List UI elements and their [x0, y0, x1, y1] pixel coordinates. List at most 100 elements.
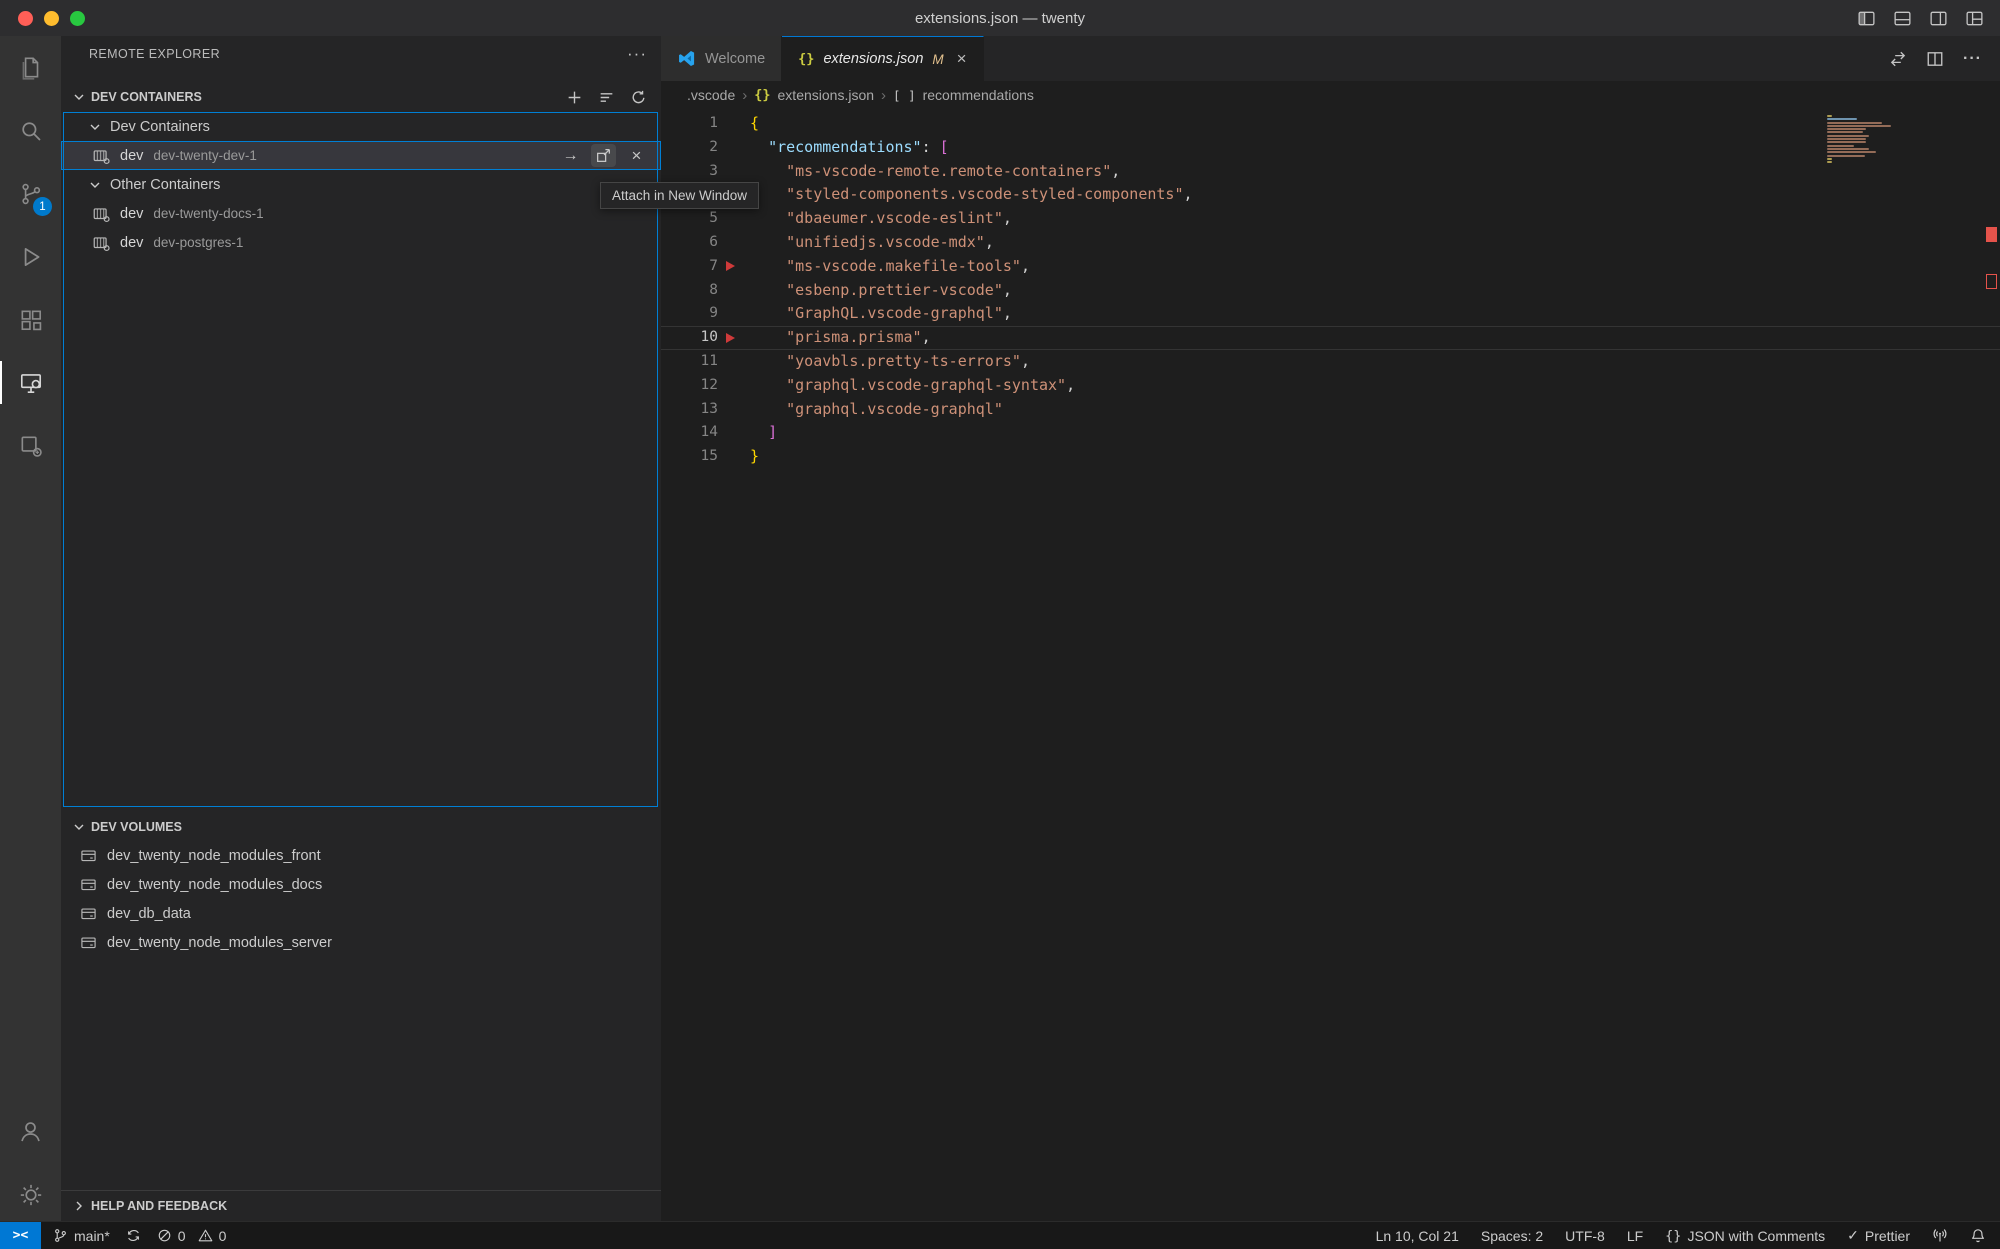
code-line-5[interactable]: 5 "dbaeumer.vscode-eslint",: [661, 207, 2000, 231]
volume-item[interactable]: dev_db_data: [61, 899, 661, 928]
activity-item-extensions[interactable]: [0, 288, 61, 351]
cursor-position-item[interactable]: Ln 10, Col 21: [1376, 1228, 1459, 1244]
code-line-15[interactable]: 15}: [661, 445, 2000, 469]
code-text: {: [750, 112, 759, 136]
notifications-item[interactable]: [1970, 1228, 1986, 1244]
bell-icon: [1970, 1228, 1986, 1244]
activity-item-containers[interactable]: [0, 414, 61, 477]
code-line-6[interactable]: 6 "unifiedjs.vscode-mdx",: [661, 231, 2000, 255]
volume-item[interactable]: dev_twenty_node_modules_front: [61, 841, 661, 870]
tree-group-other-containers[interactable]: Other Containers: [61, 170, 661, 199]
container-item-dev-twenty-docs-1[interactable]: dev dev-twenty-docs-1: [61, 199, 661, 228]
activity-item-accounts[interactable]: [0, 1106, 61, 1169]
activity-item-search[interactable]: [0, 99, 61, 162]
customize-layout-icon[interactable]: [1965, 9, 1984, 28]
code-line-4[interactable]: 4 "styled-components.vscode-styled-compo…: [661, 183, 2000, 207]
formatter-item[interactable]: ✓ Prettier: [1847, 1227, 1910, 1244]
code-text: }: [750, 445, 759, 469]
attach-new-window-icon[interactable]: [591, 144, 616, 167]
code-line-9[interactable]: 9 "GraphQL.vscode-graphql",: [661, 302, 2000, 326]
minimap-line: [1827, 118, 1857, 120]
more-actions-icon[interactable]: ···: [1963, 50, 1982, 68]
line-number: 9: [661, 302, 718, 326]
activity-item-remote-explorer[interactable]: [0, 351, 61, 414]
volume-item[interactable]: dev_twenty_node_modules_server: [61, 928, 661, 957]
minimize-window-button[interactable]: [44, 11, 59, 26]
volume-icon: [80, 847, 97, 864]
gutter-marker-icon: [718, 255, 750, 279]
refresh-icon[interactable]: [630, 89, 647, 106]
containers-icon: [18, 433, 44, 459]
split-editor-icon[interactable]: [1926, 50, 1944, 68]
tree-group-dev-containers[interactable]: Dev Containers: [61, 112, 661, 141]
toggle-primary-sidebar-icon[interactable]: [1857, 9, 1876, 28]
code-line-8[interactable]: 8 "esbenp.prettier-vscode",: [661, 279, 2000, 303]
close-tab-icon[interactable]: ×: [957, 49, 967, 69]
gear-icon: [18, 1182, 44, 1208]
open-changes-icon[interactable]: [1889, 50, 1907, 68]
git-branch-item[interactable]: main*: [53, 1228, 110, 1244]
activity-item-source-control[interactable]: 1: [0, 162, 61, 225]
section-dev-volumes[interactable]: DEV VOLUMES: [61, 813, 661, 841]
chevron-down-icon: [71, 89, 87, 105]
tab-extensions-json[interactable]: {} extensions.json M ×: [782, 36, 983, 81]
ports-item[interactable]: [1932, 1228, 1948, 1244]
code-line-3[interactable]: 3 "ms-vscode-remote.remote-containers",: [661, 160, 2000, 184]
breadcrumb-folder[interactable]: .vscode: [687, 87, 735, 103]
minimap-line: [1827, 155, 1865, 157]
language-mode-item[interactable]: {} JSON with Comments: [1665, 1228, 1825, 1244]
section-dev-containers[interactable]: DEV CONTAINERS: [61, 83, 661, 111]
breadcrumb-file[interactable]: extensions.json: [778, 87, 875, 103]
container-item-dev-postgres-1[interactable]: dev dev-postgres-1: [61, 228, 661, 257]
json-file-icon: {}: [754, 87, 770, 103]
eol-item[interactable]: LF: [1627, 1228, 1643, 1244]
minimap[interactable]: [1827, 115, 1897, 163]
activity-item-run-debug[interactable]: [0, 225, 61, 288]
toggle-panel-icon[interactable]: [1893, 9, 1912, 28]
new-container-icon[interactable]: [566, 89, 583, 106]
problems-item[interactable]: 0 0: [157, 1228, 227, 1244]
code-line-13[interactable]: 13 "graphql.vscode-graphql": [661, 398, 2000, 422]
container-item-dev-twenty-dev-1[interactable]: dev dev-twenty-dev-1 → ×: [61, 141, 661, 170]
code-text: "graphql.vscode-graphql": [750, 398, 1003, 422]
code-line-10[interactable]: 10 "prisma.prisma",: [661, 326, 2000, 350]
code-text: "yoavbls.pretty-ts-errors",: [750, 350, 1030, 374]
zoom-window-button[interactable]: [70, 11, 85, 26]
titlebar: extensions.json — twenty: [0, 0, 2000, 36]
search-icon: [18, 118, 44, 144]
toggle-secondary-sidebar-icon[interactable]: [1929, 9, 1948, 28]
indentation-item[interactable]: Spaces: 2: [1481, 1228, 1543, 1244]
more-actions-icon[interactable]: ···: [627, 44, 647, 64]
attach-container-icon[interactable]: →: [558, 144, 583, 167]
sync-changes-item[interactable]: [126, 1228, 141, 1243]
volume-item[interactable]: dev_twenty_node_modules_docs: [61, 870, 661, 899]
extensions-icon: [18, 307, 44, 333]
overview-ruler[interactable]: [1983, 73, 2000, 1221]
container-icon: [92, 205, 110, 223]
tab-welcome[interactable]: Welcome: [661, 36, 782, 81]
encoding-item[interactable]: UTF-8: [1565, 1228, 1605, 1244]
code-line-14[interactable]: 14 ]: [661, 421, 2000, 445]
status-bar: >< main* 0 0: [0, 1221, 2000, 1249]
filter-icon[interactable]: [598, 89, 615, 106]
language-status-icon: {}: [1665, 1228, 1681, 1244]
section-help-and-feedback[interactable]: HELP AND FEEDBACK: [61, 1190, 661, 1220]
chevron-right-icon: ›: [742, 87, 747, 104]
remote-indicator[interactable]: ><: [0, 1222, 41, 1249]
code-area[interactable]: 1{2 "recommendations": [3 "ms-vscode-rem…: [661, 109, 2000, 1221]
activity-item-settings[interactable]: [0, 1169, 61, 1221]
formatter-name: Prettier: [1865, 1228, 1910, 1244]
stop-container-icon[interactable]: ×: [624, 144, 649, 167]
activity-item-explorer[interactable]: [0, 36, 61, 99]
close-window-button[interactable]: [18, 11, 33, 26]
code-line-1[interactable]: 1{: [661, 112, 2000, 136]
code-text: "dbaeumer.vscode-eslint",: [750, 207, 1012, 231]
breadcrumb-symbol[interactable]: recommendations: [923, 87, 1034, 103]
code-line-11[interactable]: 11 "yoavbls.pretty-ts-errors",: [661, 350, 2000, 374]
code-line-2[interactable]: 2 "recommendations": [: [661, 136, 2000, 160]
gutter: [718, 374, 750, 398]
tab-label: Welcome: [705, 51, 765, 67]
code-line-12[interactable]: 12 "graphql.vscode-graphql-syntax",: [661, 374, 2000, 398]
gutter: [718, 231, 750, 255]
code-line-7[interactable]: 7 "ms-vscode.makefile-tools",: [661, 255, 2000, 279]
